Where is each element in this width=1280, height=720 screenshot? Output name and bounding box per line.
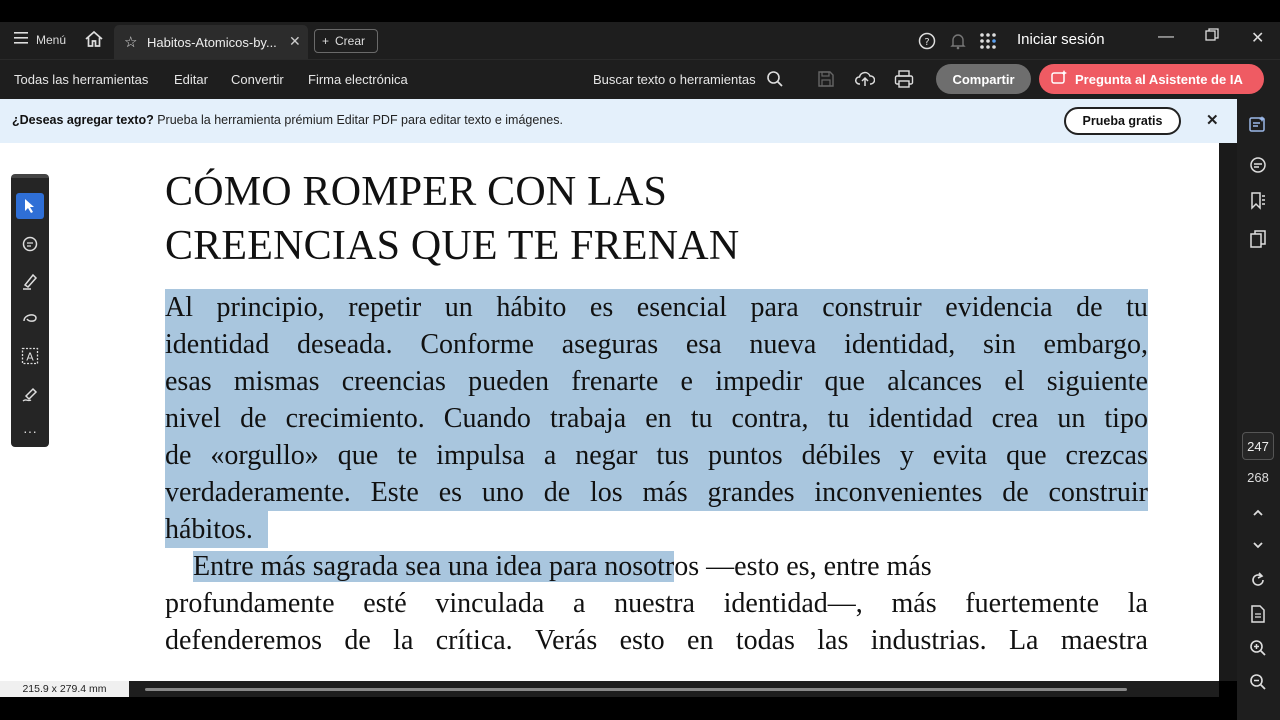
draw-icon[interactable]: [16, 305, 44, 331]
banner-body-text: Prueba la herramienta prémium Editar PDF…: [153, 113, 563, 127]
free-trial-button[interactable]: Prueba gratis: [1064, 107, 1181, 135]
upsell-banner: ¿Deseas agregar texto? Prueba la herrami…: [0, 99, 1237, 143]
page-up-icon[interactable]: [1248, 503, 1268, 523]
text-box-icon[interactable]: A: [16, 343, 44, 369]
add-comment-icon[interactable]: [16, 231, 44, 257]
current-page-input[interactable]: 247: [1242, 432, 1274, 460]
star-icon[interactable]: ☆: [124, 33, 137, 51]
save-icon[interactable]: [817, 70, 837, 90]
text-line: Al principio, repetir un hábito es esencial par…: [165, 289, 1148, 326]
comment-edit-icon[interactable]: [1248, 115, 1268, 135]
zoom-out-icon[interactable]: [1248, 672, 1268, 692]
help-icon[interactable]: ?: [918, 32, 936, 50]
plus-icon: +: [322, 34, 330, 48]
bottom-black-bar: [0, 697, 1237, 720]
document-viewer[interactable]: CÓMO ROMPER CON LAS CREENCIAS QUE TE FRE…: [0, 143, 1219, 681]
title-line-2: CREENCIAS QUE TE FRENAN: [165, 223, 740, 269]
text-line: identidad deseada. Conforme aseguras esa nuev…: [165, 326, 1148, 363]
right-side-panel: 247 268: [1237, 99, 1280, 720]
print-icon[interactable]: [894, 70, 914, 90]
menu-button[interactable]: Menú: [14, 32, 66, 47]
create-label: Crear: [335, 34, 366, 48]
minimize-icon[interactable]: —: [1158, 28, 1174, 46]
selected-text: Entre más sagrada sea una idea para noso…: [193, 551, 675, 582]
ai-sparkle-icon: [1051, 69, 1067, 89]
page-title: CÓMO ROMPER CON LAS CREENCIAS QUE TE FRE…: [165, 165, 739, 273]
upload-cloud-icon[interactable]: [855, 70, 876, 90]
page-fit-icon[interactable]: [1248, 604, 1268, 624]
page-down-icon[interactable]: [1248, 535, 1268, 555]
text-line: esas mismas creencias pueden frenarte e impedi…: [165, 363, 1148, 400]
status-bar: 215.9 x 279.4 mm: [0, 681, 1219, 697]
banner-text: ¿Deseas agregar texto? Prueba la herrami…: [12, 113, 563, 127]
unselected-text: os —esto es, entre más: [674, 551, 932, 582]
svg-text:?: ?: [924, 37, 929, 48]
select-cursor-icon[interactable]: [16, 193, 44, 219]
text-line: defenderemos de la crítica. Verás esto en todas…: [165, 625, 1148, 656]
title-bar: Menú ☆ Habitos-Atomicos-by... ✕ + Crear …: [0, 22, 1280, 59]
menu-convert[interactable]: Convertir: [231, 72, 284, 87]
menu-edit[interactable]: Editar: [174, 72, 208, 87]
menu-all-tools[interactable]: Todas las herramientas: [14, 72, 148, 87]
tab-close-icon[interactable]: ✕: [289, 33, 301, 50]
title-line-1: CÓMO ROMPER CON LAS: [165, 169, 668, 215]
rotate-icon[interactable]: [1248, 570, 1268, 590]
menu-label: Menú: [36, 32, 67, 47]
search-tools-label[interactable]: Buscar texto o herramientas: [593, 72, 756, 87]
paragraph-1[interactable]: Al principio, repetir un hábito es esencial par…: [165, 289, 1148, 559]
text-line: hábitos.: [165, 511, 268, 548]
text-line: verdaderamente. Este es uno de los más grandes i…: [165, 474, 1148, 511]
signin-link[interactable]: Iniciar sesión: [1017, 31, 1105, 48]
comment-icon[interactable]: [1248, 155, 1268, 175]
quick-tools-panel: A ···: [11, 174, 49, 447]
share-button[interactable]: Compartir: [936, 64, 1031, 94]
text-line-first: Entre más sagrada sea una idea para noso…: [165, 548, 1148, 585]
total-pages: 268: [1247, 470, 1269, 485]
more-options-icon[interactable]: ···: [16, 418, 44, 444]
svg-text:A: A: [26, 351, 34, 364]
main-toolbar: Todas las herramientas Editar Convertir …: [0, 59, 1280, 99]
text-line: nivel de crecimiento. Cuando trabaja en tu cont…: [165, 400, 1148, 437]
document-tab[interactable]: ☆ Habitos-Atomicos-by... ✕: [114, 25, 308, 59]
pages-icon[interactable]: [1248, 229, 1268, 249]
create-button[interactable]: + Crear: [314, 29, 378, 53]
menu-e-signature[interactable]: Firma electrónica: [308, 72, 408, 87]
zoom-in-icon[interactable]: [1248, 638, 1268, 658]
text-line: de «orgullo» que te impulsa a negar tus puntos dé…: [165, 437, 1148, 474]
sign-icon[interactable]: [16, 381, 44, 407]
highlight-pen-icon[interactable]: [16, 268, 44, 294]
bell-icon[interactable]: [949, 32, 967, 50]
ai-assistant-button[interactable]: Pregunta al Asistente de IA: [1039, 64, 1264, 94]
bookmark-icon[interactable]: [1248, 191, 1268, 211]
paragraph-2[interactable]: Entre más sagrada sea una idea para noso…: [165, 548, 1148, 668]
home-icon[interactable]: [84, 30, 106, 50]
hamburger-icon: [14, 32, 28, 47]
tab-title: Habitos-Atomicos-by...: [147, 35, 277, 50]
window-close-icon[interactable]: ✕: [1251, 28, 1264, 48]
text-line: profundamente esté vinculada a nuestra identi…: [165, 588, 1148, 619]
search-icon[interactable]: [766, 70, 786, 90]
top-black-bar: [0, 0, 1280, 22]
horizontal-scrollbar[interactable]: [145, 688, 1127, 691]
apps-grid-icon[interactable]: [979, 32, 997, 50]
page-size-label: 215.9 x 279.4 mm: [0, 681, 129, 697]
banner-bold-text: ¿Deseas agregar texto?: [12, 113, 154, 127]
vertical-scrollbar[interactable]: [1219, 143, 1237, 681]
restore-icon[interactable]: [1205, 28, 1219, 47]
banner-close-icon[interactable]: ✕: [1206, 111, 1219, 129]
ai-assistant-label: Pregunta al Asistente de IA: [1075, 71, 1243, 87]
